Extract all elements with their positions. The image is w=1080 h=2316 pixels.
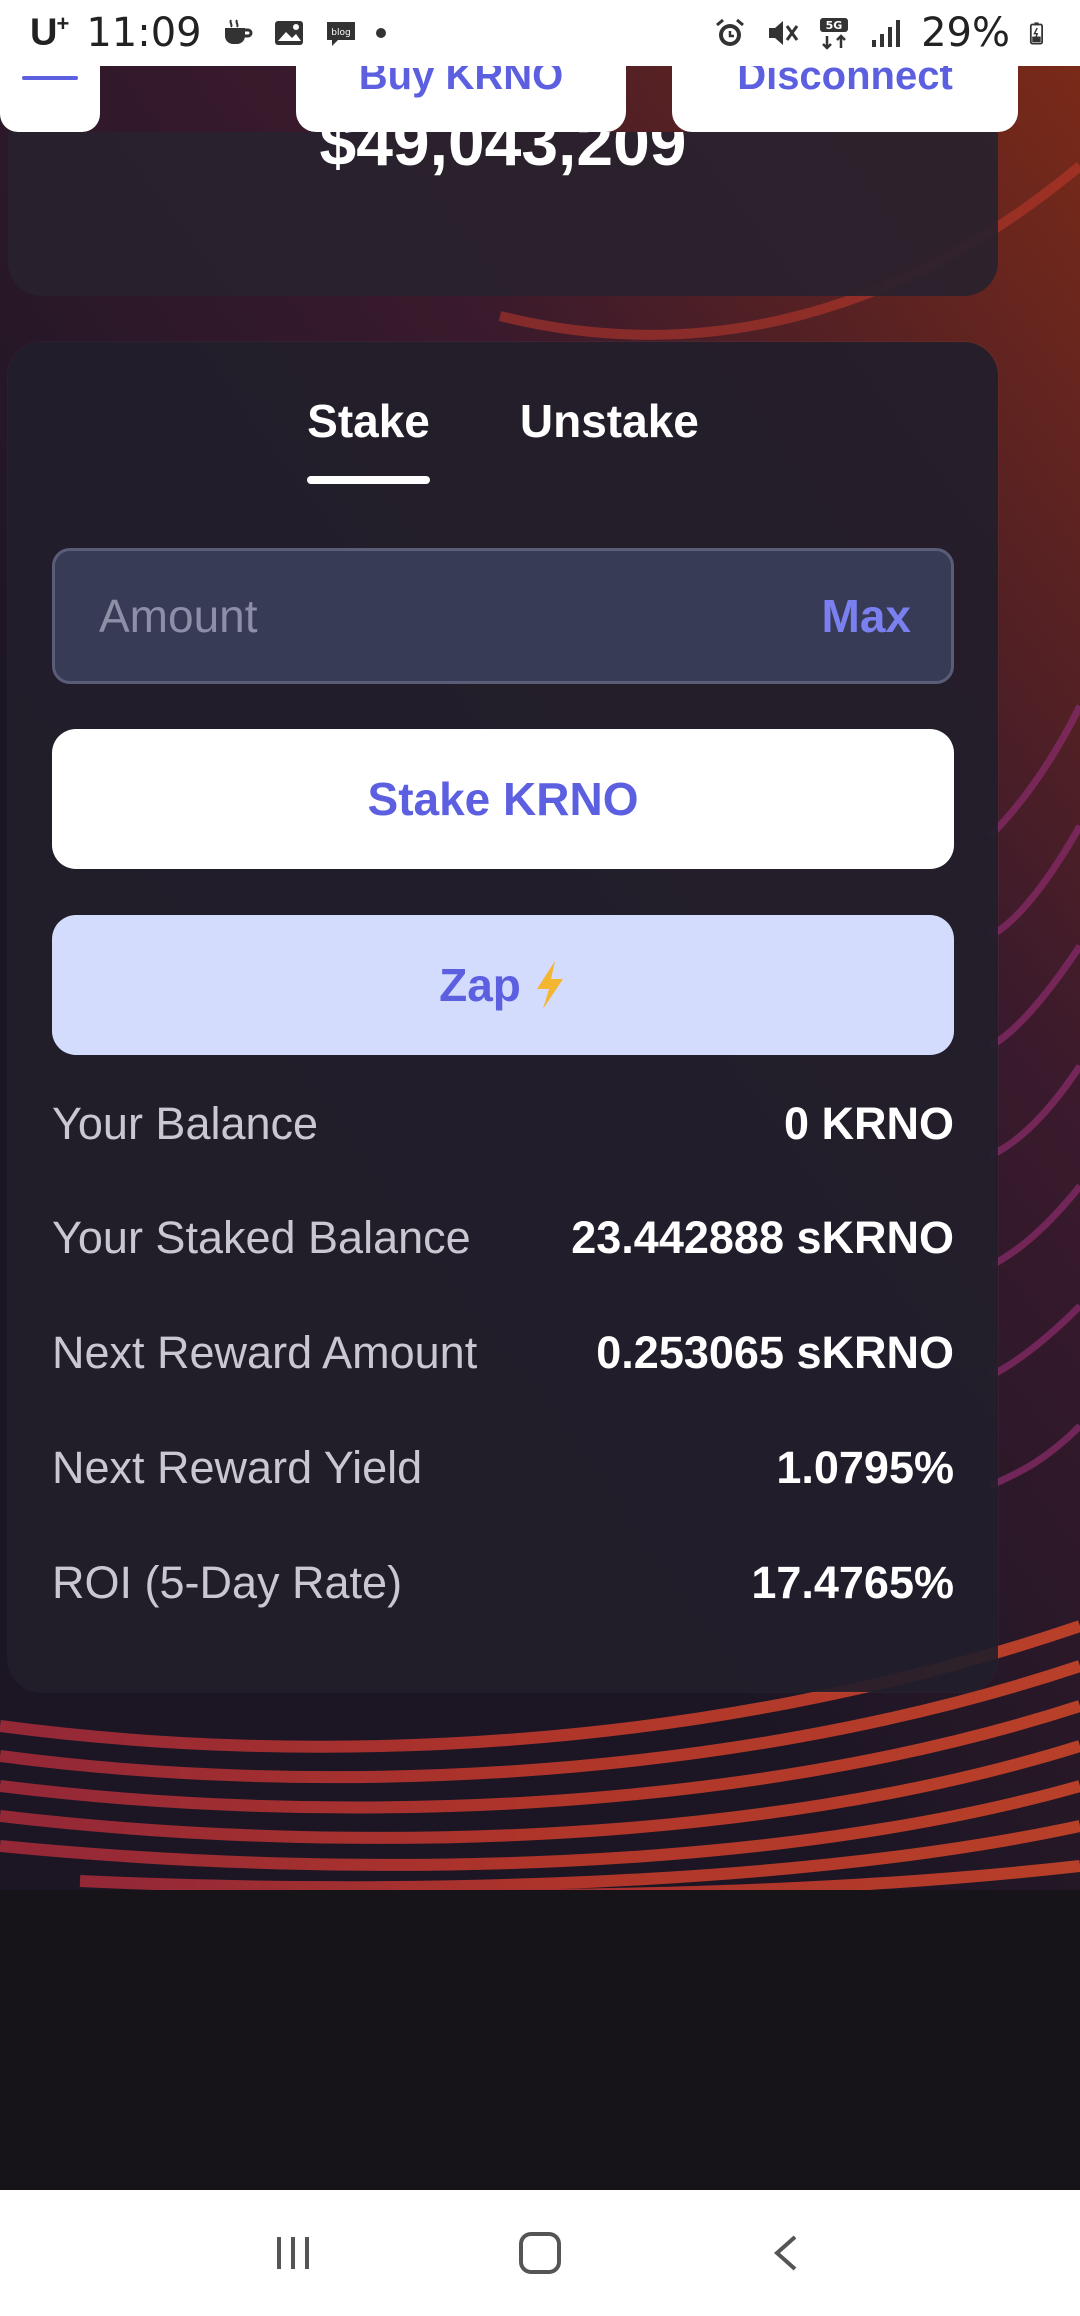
mute-icon — [769, 21, 799, 45]
bottom-background — [0, 1890, 1080, 2190]
disconnect-label: Disconnect — [737, 66, 953, 98]
info-label: Next Reward Yield — [52, 1442, 423, 1493]
buy-krno-button[interactable]: Buy KRNO — [296, 66, 626, 132]
home-icon[interactable] — [516, 2229, 564, 2277]
info-label: ROI (5-Day Rate) — [52, 1557, 403, 1608]
info-row-balance: Your Balance 0 KRNO — [52, 1094, 954, 1154]
amount-field: Max — [52, 548, 954, 684]
tab-unstake[interactable]: Unstake — [520, 394, 699, 484]
info-row-next-reward-amount: Next Reward Amount 0.253065 sKRNO — [52, 1323, 954, 1383]
status-left: U+ 11:09 blog — [30, 10, 386, 56]
back-icon[interactable] — [765, 2231, 809, 2275]
system-nav-bar — [0, 2190, 1080, 2316]
signal-icon — [872, 20, 901, 47]
recent-apps-icon[interactable] — [271, 2231, 315, 2275]
svg-text:5G: 5G — [826, 19, 843, 32]
lightning-icon — [536, 961, 563, 1009]
image-icon — [274, 21, 303, 45]
hamburger-icon[interactable] — [22, 76, 78, 93]
info-value: 1.0795% — [776, 1442, 954, 1493]
stake-krno-label: Stake KRNO — [367, 773, 639, 825]
info-value: 17.4765% — [751, 1557, 954, 1608]
battery-icon — [1029, 22, 1043, 45]
max-button[interactable]: Max — [822, 589, 911, 643]
alarm-icon — [716, 18, 745, 46]
status-time: 11:09 — [86, 10, 202, 56]
battery-percent: 29% — [921, 10, 1010, 56]
tvl-card: $49,043,209 — [8, 132, 998, 296]
back-button[interactable] — [742, 2208, 832, 2298]
buy-krno-label: Buy KRNO — [358, 66, 564, 98]
info-label: Your Balance — [52, 1098, 319, 1149]
carrier-label: U+ — [30, 11, 69, 54]
tvl-value: $49,043,209 — [319, 132, 687, 179]
stake-krno-button[interactable]: Stake KRNO — [52, 729, 954, 869]
status-right: 5G 29% — [713, 10, 1052, 56]
coffee-icon — [224, 19, 253, 44]
zap-button[interactable]: Zap — [52, 915, 954, 1055]
svg-text:blog: blog — [331, 28, 350, 38]
stake-card: Stake Unstake Max Stake KRNO Zap Your Ba… — [8, 342, 998, 1692]
stake-tabs: Stake Unstake — [8, 394, 998, 484]
disconnect-button[interactable]: Disconnect — [672, 66, 1018, 132]
recent-apps-button[interactable] — [248, 2208, 338, 2298]
zap-label: Zap — [439, 959, 521, 1011]
info-value: 23.442888 sKRNO — [571, 1212, 954, 1263]
dot-icon — [375, 28, 386, 38]
5g-icon: 5G — [820, 18, 849, 50]
tab-stake[interactable]: Stake — [307, 394, 430, 484]
info-row-roi: ROI (5-Day Rate) 17.4765% — [52, 1553, 954, 1613]
home-button[interactable] — [495, 2208, 585, 2298]
blog-icon: blog — [326, 22, 355, 46]
info-value: 0 KRNO — [783, 1098, 954, 1149]
info-value: 0.253065 sKRNO — [596, 1327, 954, 1378]
info-row-staked-balance: Your Staked Balance 23.442888 sKRNO — [52, 1208, 954, 1268]
amount-input[interactable] — [99, 589, 822, 643]
info-label: Your Staked Balance — [52, 1212, 471, 1263]
status-bar: U+ 11:09 blog 5G 29% — [0, 0, 1080, 66]
info-row-next-reward-yield: Next Reward Yield 1.0795% — [52, 1438, 954, 1498]
info-label: Next Reward Amount — [52, 1327, 478, 1378]
menu-button[interactable] — [0, 66, 100, 132]
